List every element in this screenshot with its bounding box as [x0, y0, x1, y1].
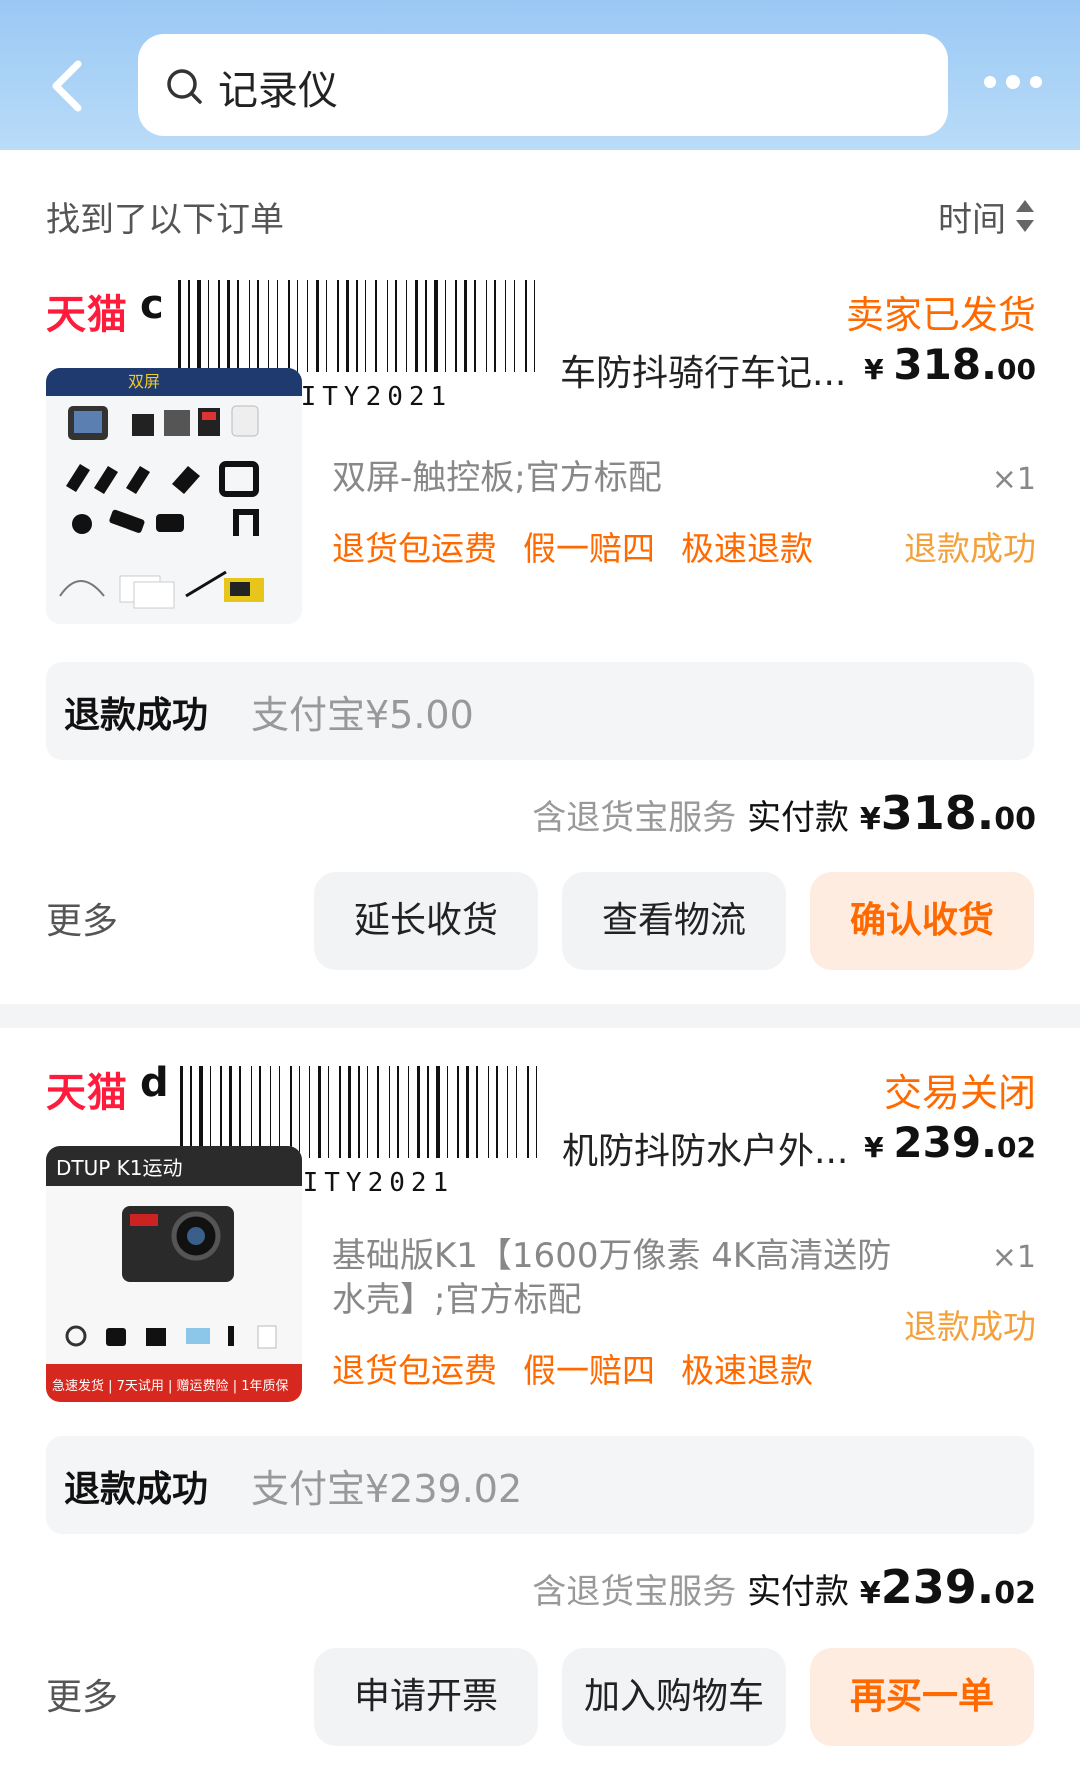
search-input[interactable]: 记录仪	[218, 58, 338, 116]
item-refund-status: 退款成功	[904, 529, 1036, 568]
paid-decimal: 00	[994, 802, 1036, 837]
accessories-image	[59, 405, 264, 609]
paid-label: 实付款	[747, 1572, 850, 1612]
tmall-logo: 天猫	[46, 292, 128, 338]
refund-info-bar[interactable]: 退款成功 支付宝¥5.00	[46, 662, 1034, 760]
product-quantity: ×1	[991, 462, 1036, 497]
tag-fast-refund: 极速退款	[681, 1351, 813, 1390]
tmall-logo: 天猫	[46, 1070, 128, 1116]
thumb-banner-text: 急速发货 | 7天试用 | 赠运费险 | 1年质保	[52, 1379, 289, 1394]
price-decimal: 02	[997, 1131, 1036, 1164]
product-thumbnail[interactable]: 双屏	[46, 368, 302, 624]
refund-detail: 支付宝¥239.02	[251, 1467, 523, 1511]
price-decimal: 00	[997, 353, 1036, 386]
product-title-text: 机防抖防水户外...	[562, 1131, 849, 1172]
search-box[interactable]: 记录仪	[138, 34, 948, 136]
service-note: 含退货宝服务	[532, 798, 737, 838]
order-status: 卖家已发货	[845, 293, 1036, 337]
buy-again-button[interactable]: 再买一单	[810, 1648, 1034, 1746]
refund-label: 退款成功	[64, 1469, 209, 1510]
refund-info-bar[interactable]: 退款成功 支付宝¥239.02	[46, 1436, 1034, 1534]
paid-integer: 239.	[880, 1560, 995, 1614]
camera-image	[65, 1206, 277, 1349]
product-price: ¥ 318.00	[864, 340, 1036, 389]
price-symbol: ¥	[864, 353, 884, 386]
product-title[interactable]: 车防抖骑行车记...	[560, 344, 860, 396]
extend-receipt-button[interactable]: 延长收货	[314, 872, 538, 970]
paid-decimal: 02	[994, 1576, 1036, 1611]
search-icon	[167, 69, 202, 104]
product-title[interactable]: 机防抖防水户外...	[562, 1122, 862, 1174]
tag-fake-compensation: 假一赔四	[523, 1351, 655, 1390]
thumb-header	[46, 368, 302, 396]
paid-amount: ¥239.02	[859, 1560, 1036, 1614]
price-integer: 239.	[893, 1118, 998, 1167]
product-spec: 基础版K1【1600万像素 4K高清送防水壳】;官方标配	[332, 1236, 892, 1320]
more-link[interactable]: 更多	[46, 892, 118, 944]
sort-button[interactable]: 时间	[938, 192, 1006, 241]
shop-name[interactable]: d	[140, 1060, 169, 1106]
product-title-text: 车防抖骑行车记...	[560, 353, 847, 394]
product-quantity: ×1	[991, 1240, 1036, 1275]
paid-symbol: ¥	[859, 802, 881, 837]
view-logistics-button[interactable]: 查看物流	[562, 872, 786, 970]
price-integer: 318.	[893, 340, 998, 389]
results-title: 找到了以下订单	[46, 200, 284, 240]
item-refund-status: 退款成功	[904, 1307, 1036, 1346]
tag-fast-refund: 极速退款	[681, 529, 813, 568]
price-symbol: ¥	[864, 1131, 884, 1164]
thumb-label: 双屏	[128, 372, 161, 391]
order-divider	[0, 1004, 1080, 1028]
payment-summary: 含退货宝服务 实付款 ¥239.02	[532, 1560, 1036, 1614]
refund-label: 退款成功	[64, 695, 209, 736]
refund-detail: 支付宝¥5.00	[251, 693, 474, 737]
order-card: 天猫 c REDCITY2021 卖家已发货 双屏 车防抖骑行车记... ¥ 3…	[0, 250, 1080, 1002]
service-tags: 退货包运费 假一赔四 极速退款	[332, 1344, 839, 1392]
more-dots-icon[interactable]	[980, 70, 1050, 94]
paid-integer: 318.	[880, 786, 995, 840]
add-to-cart-button[interactable]: 加入购物车	[562, 1648, 786, 1746]
order-card: 天猫 d REDCITY2021 交易关闭 DTUP K1运动 急速发货 | 7…	[0, 1028, 1080, 1778]
more-link[interactable]: 更多	[46, 1668, 118, 1720]
top-bar: 记录仪	[0, 0, 1080, 150]
back-button[interactable]	[44, 56, 96, 116]
paid-label: 实付款	[747, 798, 850, 838]
paid-amount: ¥318.00	[859, 786, 1036, 840]
thumb-label: DTUP K1运动	[56, 1156, 183, 1180]
product-thumbnail[interactable]: DTUP K1运动 急速发货 | 7天试用 | 赠运费险 | 1年质保	[46, 1146, 302, 1402]
chevron-left-icon	[52, 60, 82, 112]
service-note: 含退货宝服务	[532, 1572, 737, 1612]
shop-name[interactable]: c	[140, 282, 164, 328]
tag-free-return-shipping: 退货包运费	[332, 1351, 497, 1390]
request-invoice-button[interactable]: 申请开票	[314, 1648, 538, 1746]
product-price: ¥ 239.02	[864, 1118, 1036, 1167]
payment-summary: 含退货宝服务 实付款 ¥318.00	[532, 786, 1036, 840]
results-header: 找到了以下订单 时间	[46, 192, 1036, 242]
tag-free-return-shipping: 退货包运费	[332, 529, 497, 568]
tag-fake-compensation: 假一赔四	[523, 529, 655, 568]
product-spec: 双屏-触控板;官方标配	[332, 458, 662, 498]
paid-symbol: ¥	[859, 1576, 881, 1611]
confirm-receipt-button[interactable]: 确认收货	[810, 872, 1034, 970]
service-tags: 退货包运费 假一赔四 极速退款	[332, 522, 839, 570]
sort-arrows-icon[interactable]	[1014, 196, 1036, 236]
order-status: 交易关闭	[883, 1071, 1036, 1115]
